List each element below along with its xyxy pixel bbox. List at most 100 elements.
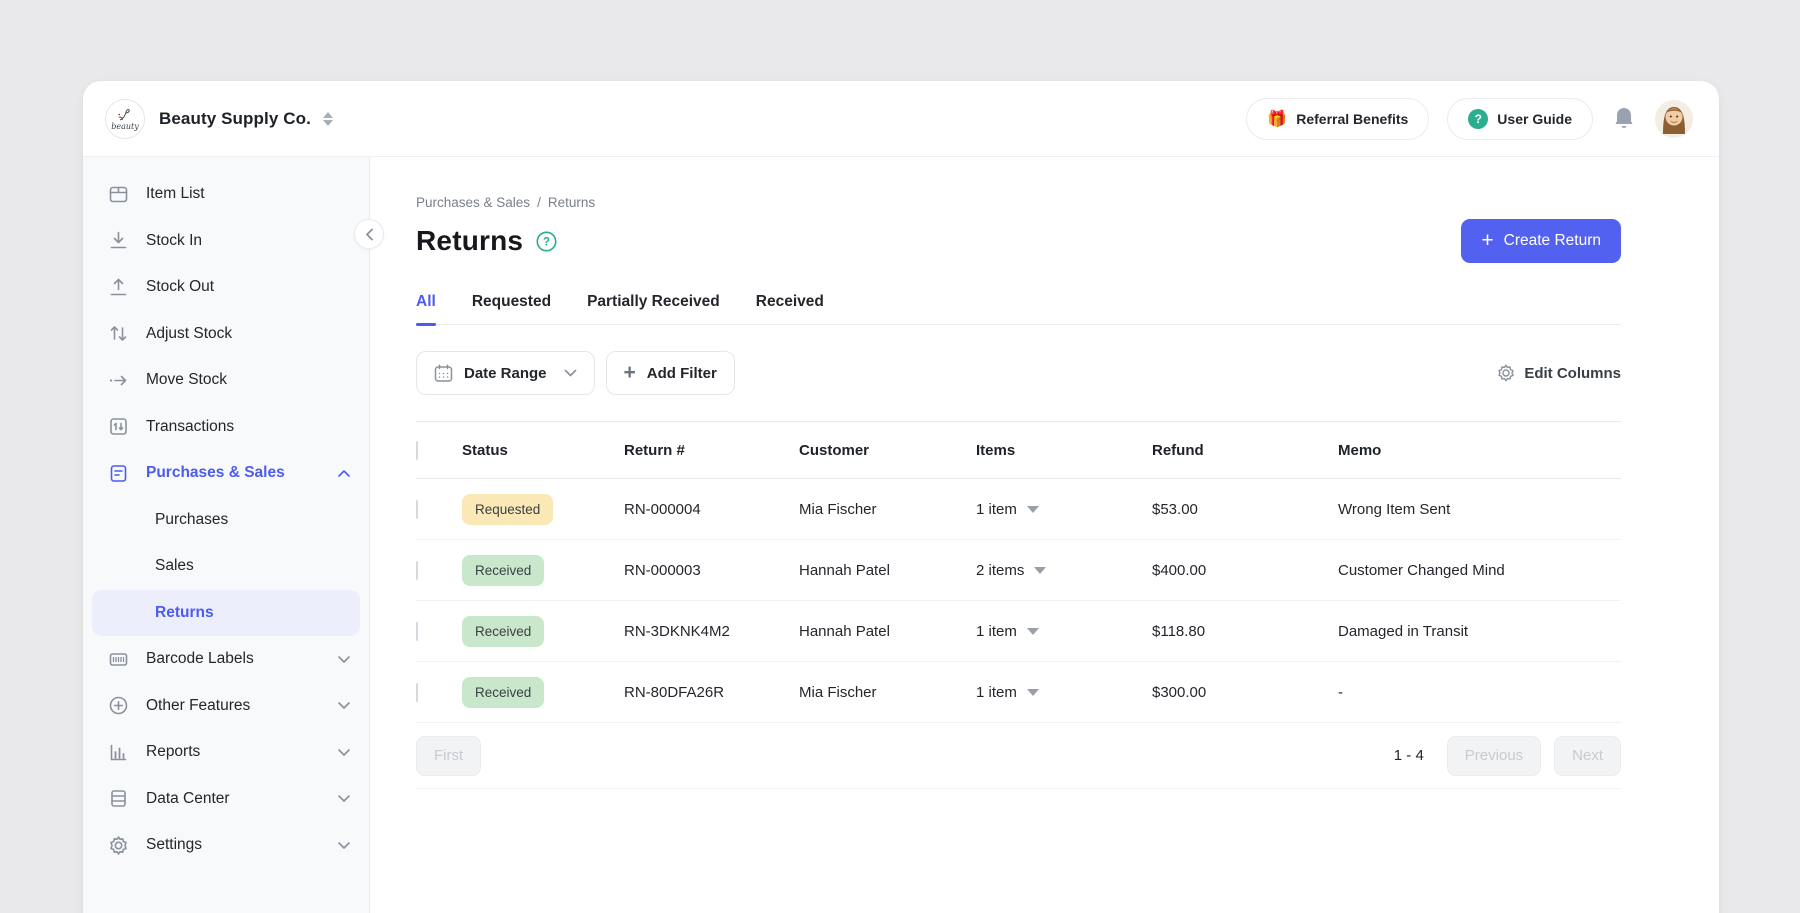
column-header-status[interactable]: Status — [462, 442, 624, 459]
chevron-up-icon — [337, 469, 351, 478]
chevron-down-icon — [337, 794, 351, 803]
tab-all[interactable]: All — [416, 293, 436, 324]
tab-received[interactable]: Received — [756, 293, 824, 324]
caret-down-icon — [1027, 628, 1039, 635]
main-content: Purchases & Sales / Returns Returns ? + … — [370, 157, 1719, 913]
company-switcher[interactable] — [323, 112, 333, 126]
row-checkbox[interactable] — [416, 622, 418, 641]
column-header-customer[interactable]: Customer — [799, 442, 976, 459]
gear-icon — [1497, 364, 1515, 382]
sidebar-item-reports[interactable]: Reports — [83, 729, 369, 776]
sidebar-item-item-list[interactable]: Item List — [83, 171, 369, 218]
pagination: First 1 - 4 Previous Next — [416, 723, 1621, 789]
table-row[interactable]: ReceivedRN-000003Hannah Patel2 items$400… — [416, 540, 1621, 601]
table-row[interactable]: ReceivedRN-80DFA26RMia Fischer1 item$300… — [416, 662, 1621, 723]
user-guide-button[interactable]: ? User Guide — [1447, 98, 1593, 140]
notifications-bell-icon[interactable] — [1611, 105, 1637, 133]
memo-text: Customer Changed Mind — [1338, 562, 1621, 579]
sidebar-item-other-features[interactable]: Other Features — [83, 683, 369, 730]
items-dropdown[interactable]: 2 items — [976, 562, 1152, 579]
user-guide-label: User Guide — [1497, 111, 1572, 127]
sidebar-item-settings[interactable]: Settings — [83, 822, 369, 869]
column-header-return-no[interactable]: Return # — [624, 442, 799, 459]
sidebar-item-label: Other Features — [146, 697, 250, 715]
create-return-button[interactable]: + Create Return — [1461, 219, 1621, 263]
stock-out-icon — [107, 276, 129, 298]
referral-benefits-button[interactable]: 🎁 Referral Benefits — [1246, 98, 1429, 140]
sidebar-item-purchases[interactable]: Purchases — [92, 497, 360, 544]
status-badge: Requested — [462, 494, 553, 525]
chevron-down-icon — [564, 369, 577, 377]
first-page-button[interactable]: First — [416, 736, 481, 776]
row-checkbox[interactable] — [416, 561, 418, 580]
chevron-down-icon — [337, 841, 351, 850]
sidebar-item-move-stock[interactable]: Move Stock — [83, 357, 369, 404]
move-stock-icon — [107, 369, 129, 391]
company-logo[interactable]: beauty — [105, 99, 145, 139]
table-header: Status Return # Customer Items Refund Me… — [416, 421, 1621, 479]
sidebar-item-label: Data Center — [146, 790, 230, 808]
customer-name: Mia Fischer — [799, 501, 976, 518]
column-header-memo[interactable]: Memo — [1338, 442, 1621, 459]
sidebar-item-label: Returns — [155, 604, 214, 622]
tab-partially-received[interactable]: Partially Received — [587, 293, 720, 324]
referral-benefits-label: Referral Benefits — [1296, 111, 1408, 127]
svg-text:?: ? — [543, 236, 550, 248]
sidebar-item-sales[interactable]: Sales — [92, 543, 360, 590]
return-number: RN-80DFA26R — [624, 684, 799, 701]
customer-name: Hannah Patel — [799, 562, 976, 579]
page-range-label: 1 - 4 — [1394, 747, 1424, 764]
calendar-icon — [434, 364, 453, 383]
gift-icon: 🎁 — [1267, 109, 1287, 129]
sidebar-item-stock-in[interactable]: Stock In — [83, 218, 369, 265]
sidebar-item-returns[interactable]: Returns — [92, 590, 360, 637]
memo-text: Damaged in Transit — [1338, 623, 1621, 640]
row-checkbox[interactable] — [416, 683, 418, 702]
sidebar-item-adjust-stock[interactable]: Adjust Stock — [83, 311, 369, 358]
sidebar-item-label: Stock In — [146, 232, 202, 250]
data-center-icon — [107, 788, 129, 810]
items-count: 1 item — [976, 501, 1017, 518]
previous-page-button[interactable]: Previous — [1447, 736, 1541, 776]
adjust-stock-icon — [107, 323, 129, 345]
items-dropdown[interactable]: 1 item — [976, 501, 1152, 518]
sidebar-item-stock-out[interactable]: Stock Out — [83, 264, 369, 311]
next-page-button[interactable]: Next — [1554, 736, 1621, 776]
column-header-items[interactable]: Items — [976, 442, 1152, 459]
items-dropdown[interactable]: 1 item — [976, 623, 1152, 640]
plus-icon: + — [1481, 230, 1493, 251]
items-count: 1 item — [976, 684, 1017, 701]
tab-requested[interactable]: Requested — [472, 293, 551, 324]
app-window: beauty Beauty Supply Co. 🎁 Referral Bene… — [83, 81, 1719, 913]
column-header-refund[interactable]: Refund — [1152, 442, 1338, 459]
chevron-down-icon — [337, 701, 351, 710]
items-count: 1 item — [976, 623, 1017, 640]
sidebar-item-data-center[interactable]: Data Center — [83, 776, 369, 823]
return-number: RN-000003 — [624, 562, 799, 579]
sidebar-item-barcode-labels[interactable]: Barcode Labels — [83, 636, 369, 683]
breadcrumb-returns[interactable]: Returns — [548, 195, 595, 210]
stock-in-icon — [107, 230, 129, 252]
items-dropdown[interactable]: 1 item — [976, 684, 1152, 701]
date-range-dropdown[interactable]: Date Range — [416, 351, 595, 395]
chevron-down-icon — [337, 655, 351, 664]
sidebar-item-purchases-sales[interactable]: Purchases & Sales — [83, 450, 369, 497]
add-filter-button[interactable]: + Add Filter — [606, 351, 735, 395]
logo-sketch-icon — [116, 107, 134, 123]
sidebar-collapse-button[interactable] — [354, 219, 384, 249]
sidebar-item-label: Barcode Labels — [146, 650, 254, 668]
breadcrumb-purchases-sales[interactable]: Purchases & Sales — [416, 195, 530, 210]
other-features-icon — [107, 695, 129, 717]
table-row[interactable]: ReceivedRN-3DKNK4M2Hannah Patel1 item$11… — [416, 601, 1621, 662]
chevron-down-icon — [337, 748, 351, 757]
user-avatar[interactable] — [1655, 100, 1693, 138]
help-circle-icon[interactable]: ? — [536, 231, 557, 252]
table-row[interactable]: RequestedRN-000004Mia Fischer1 item$53.0… — [416, 479, 1621, 540]
refund-amount: $400.00 — [1152, 562, 1338, 579]
row-checkbox[interactable] — [416, 500, 418, 519]
sidebar-item-label: Purchases & Sales — [146, 464, 285, 482]
status-tabs: All Requested Partially Received Received — [416, 293, 1621, 325]
edit-columns-button[interactable]: Edit Columns — [1497, 364, 1621, 382]
sidebar-item-transactions[interactable]: Transactions — [83, 404, 369, 451]
select-all-checkbox[interactable] — [416, 441, 418, 460]
